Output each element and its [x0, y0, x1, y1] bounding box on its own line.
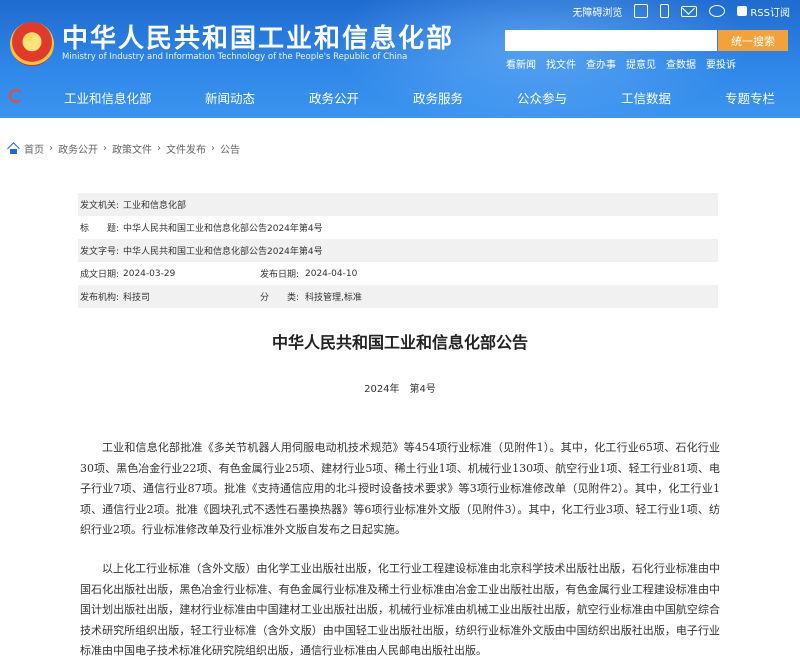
- nav-item-gov-info[interactable]: 政务公开: [309, 88, 359, 107]
- paragraph: 以上化工行业标准（含外文版）由化学工业出版社出版，化工行业工程建设标准由北京科学…: [80, 562, 720, 657]
- category-value: 科技管理,标准: [305, 293, 362, 303]
- title-label: 标 题:: [80, 224, 120, 234]
- breadcrumb-gov-info[interactable]: 政务公开: [58, 141, 98, 156]
- quick-links: 看新闻 找文件 查办事 提意见 查数据 要投诉: [506, 56, 736, 71]
- document-meta-table: 发文机关: 工业和信息化部 标 题: 中华人民共和国工业和信息化部公告2024年…: [78, 193, 718, 308]
- rss-link[interactable]: RSS订阅: [737, 4, 790, 19]
- meta-row: 成文日期: 2024-03-29 发布日期: 2024-04-10: [78, 262, 718, 285]
- org-value: 科技司: [123, 293, 151, 303]
- barrier-free-link[interactable]: 无障碍浏览: [572, 4, 622, 19]
- rss-icon: [737, 6, 748, 16]
- issuer-value: 工业和信息化部: [123, 201, 187, 211]
- top-links: 无障碍浏览 RSS订阅: [572, 2, 790, 20]
- mail-icon[interactable]: [681, 5, 698, 17]
- quick-link-news[interactable]: 看新闻: [506, 56, 536, 71]
- quick-link-complaint[interactable]: 要投诉: [706, 56, 736, 71]
- rss-label: RSS订阅: [750, 7, 790, 19]
- document-number: 2024年 第4号: [364, 384, 436, 395]
- doc-no-value: 中华人民共和国工业和信息化部公告2024年第4号: [123, 247, 323, 257]
- breadcrumb-announcement[interactable]: 公告: [220, 141, 240, 156]
- meta-row: 发文机关: 工业和信息化部: [78, 193, 718, 216]
- search-input[interactable]: [505, 30, 717, 51]
- nav-item-data[interactable]: 工信数据: [621, 88, 671, 107]
- search-button[interactable]: 统一搜索: [718, 30, 788, 51]
- home-icon[interactable]: [9, 89, 23, 103]
- nav-item-miit[interactable]: 工业和信息化部: [64, 88, 152, 107]
- quick-link-services[interactable]: 查办事: [586, 56, 616, 71]
- category-label: 分 类:: [260, 293, 300, 303]
- mini-program-icon[interactable]: [634, 4, 649, 18]
- quick-link-data[interactable]: 查数据: [666, 56, 696, 71]
- created-date-value: 2024-03-29: [123, 268, 176, 279]
- published-date-label: 发布日期:: [260, 270, 300, 280]
- document-title: 中华人民共和国工业和信息化部公告: [271, 333, 528, 352]
- breadcrumb-release[interactable]: 文件发布: [166, 141, 206, 156]
- published-date-value: 2024-04-10: [305, 268, 358, 279]
- breadcrumb-home[interactable]: 首页: [24, 141, 44, 156]
- nav-item-gov-service[interactable]: 政务服务: [413, 88, 463, 107]
- site-header: ★ 中华人民共和国工业和信息化部 Ministry of Industry an…: [0, 0, 800, 118]
- breadcrumb: 首页 › 政务公开 › 政策文件 › 文件发布 › 公告: [8, 141, 240, 156]
- national-emblem-icon[interactable]: ★: [10, 22, 54, 66]
- site-title[interactable]: 中华人民共和国工业和信息化部: [62, 18, 454, 55]
- meta-row: 发文字号: 中华人民共和国工业和信息化部公告2024年第4号: [78, 239, 718, 262]
- nav-item-news[interactable]: 新闻动态: [205, 88, 255, 107]
- doc-no-label: 发文字号:: [80, 247, 120, 257]
- meta-row: 标 题: 中华人民共和国工业和信息化部公告2024年第4号: [78, 216, 718, 239]
- site-subtitle: Ministry of Industry and Information Tec…: [62, 52, 408, 62]
- quick-link-files[interactable]: 找文件: [546, 56, 576, 71]
- breadcrumb-policy[interactable]: 政策文件: [112, 141, 152, 156]
- nav-item-participation[interactable]: 公众参与: [517, 88, 567, 107]
- quick-link-feedback[interactable]: 提意见: [626, 56, 656, 71]
- created-date-label: 成文日期:: [80, 270, 120, 280]
- main-nav: 工业和信息化部 新闻动态 政务公开 政务服务 公众参与 工信数据 专题专栏: [0, 76, 800, 116]
- paragraph: 工业和信息化部批准《多关节机器人用伺服电动机技术规范》等454项行业标准（见附件…: [80, 441, 720, 536]
- home-icon: [8, 144, 19, 154]
- mobile-icon[interactable]: [660, 4, 670, 18]
- org-label: 发布机构:: [80, 293, 120, 303]
- weibo-icon[interactable]: [709, 5, 726, 17]
- issuer-label: 发文机关:: [80, 201, 120, 211]
- title-value: 中华人民共和国工业和信息化部公告2024年第4号: [123, 224, 323, 234]
- meta-row: 发布机构: 科技司 分 类: 科技管理,标准: [78, 285, 718, 308]
- nav-item-topics[interactable]: 专题专栏: [725, 88, 775, 107]
